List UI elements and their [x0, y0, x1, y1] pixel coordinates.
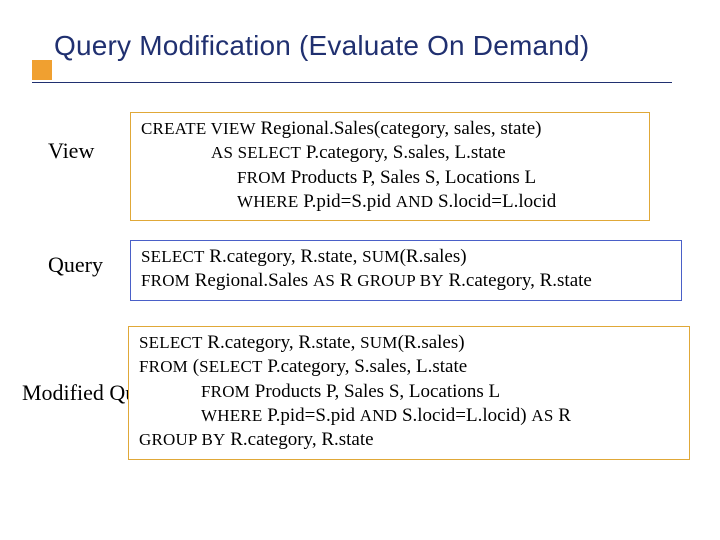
modified-label: Modified Query: [22, 380, 116, 405]
kw-select-3: SELECT: [199, 357, 263, 376]
m-open: (: [188, 356, 199, 377]
m-as-r: R: [554, 405, 571, 426]
kw-from-2: FROM: [141, 271, 190, 290]
m-sub-w1: P.pid=S.pid: [262, 405, 359, 426]
kw-groupby-2: GROUP BY: [139, 430, 225, 449]
m-sel-b: (R.sales): [398, 332, 465, 353]
modified-query-row: Modified Query SELECT R.category, R.stat…: [22, 326, 690, 460]
query-codebox: SELECT R.category, R.state, SUM(R.sales)…: [130, 240, 682, 301]
query-label: Query: [48, 240, 118, 278]
slide-title: Query Modification (Evaluate On Demand): [32, 30, 700, 62]
m-sub-tables: Products P, Sales S, Locations L: [250, 381, 500, 402]
q-grp: R.category, R.state: [444, 270, 592, 291]
accent-square-icon: [32, 60, 52, 80]
kw-select: SELECT: [141, 247, 205, 266]
kw-from-4: FROM: [201, 382, 250, 401]
kw-from-3: FROM: [139, 357, 188, 376]
kw-where-2: WHERE: [201, 406, 262, 425]
q-sel-a: R.category, R.state,: [205, 246, 363, 267]
kw-sum: SUM: [362, 247, 399, 266]
kw-as-3: AS: [531, 406, 553, 425]
kw-sum-2: SUM: [360, 333, 397, 352]
kw-and-2: AND: [360, 406, 397, 425]
kw-from: FROM: [237, 168, 286, 187]
kw-as-select: AS SELECT: [211, 143, 301, 162]
title-underline: [32, 82, 672, 83]
kw-groupby: GROUP BY: [357, 271, 443, 290]
kw-where: WHERE: [237, 192, 298, 211]
m-grp: R.category, R.state: [225, 429, 373, 450]
m-sub-w2: S.locid=L.locid): [397, 405, 531, 426]
kw-create-view: CREATE VIEW: [141, 119, 256, 138]
view-w1: P.pid=S.pid: [298, 191, 395, 212]
view-tables: Products P, Sales S, Locations L: [286, 167, 536, 188]
q-sel-b: (R.sales): [400, 246, 467, 267]
view-row: View CREATE VIEW Regional.Sales(category…: [48, 112, 650, 221]
kw-select-2: SELECT: [139, 333, 203, 352]
kw-and: AND: [396, 192, 433, 211]
view-name: Regional.Sales(category, sales, state): [256, 118, 542, 139]
view-cols: P.category, S.sales, L.state: [301, 142, 506, 163]
view-w2: S.locid=L.locid: [433, 191, 556, 212]
m-sub-cols: P.category, S.sales, L.state: [263, 356, 468, 377]
q-from-a: Regional.Sales: [190, 270, 313, 291]
query-row: Query SELECT R.category, R.state, SUM(R.…: [48, 240, 682, 301]
q-from-b: R: [335, 270, 357, 291]
view-label: View: [48, 112, 118, 164]
modified-codebox: SELECT R.category, R.state, SUM(R.sales)…: [128, 326, 690, 460]
m-sel-a: R.category, R.state,: [203, 332, 361, 353]
slide-title-block: Query Modification (Evaluate On Demand): [32, 30, 700, 62]
kw-as-2: AS: [313, 271, 335, 290]
view-codebox: CREATE VIEW Regional.Sales(category, sal…: [130, 112, 650, 221]
